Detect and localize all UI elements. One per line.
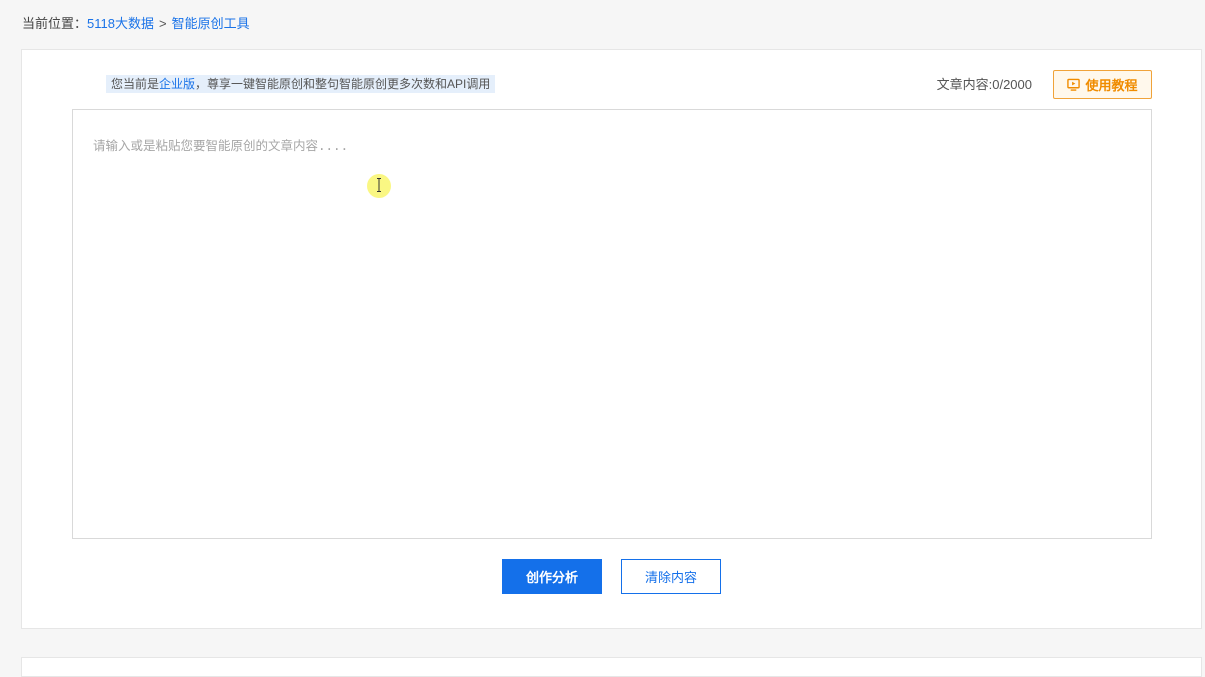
clear-button[interactable]: 清除内容 [621, 559, 721, 594]
char-counter: 文章内容:0/2000 [936, 77, 1032, 92]
play-screen-icon [1067, 78, 1081, 91]
tutorial-button[interactable]: 使用教程 [1053, 70, 1152, 99]
version-notice: 您当前是企业版，尊享一键智能原创和整句智能原创更多次数和API调用 [106, 75, 496, 93]
analyze-button[interactable]: 创作分析 [502, 559, 602, 594]
tutorial-label: 使用教程 [1085, 78, 1138, 93]
notice-text-after: ，尊享一键智能原创和整句智能原创更多次数和API调用 [195, 77, 491, 91]
article-input[interactable] [72, 109, 1152, 539]
breadcrumb-link-home[interactable]: 5118大数据 [87, 16, 154, 31]
secondary-card [21, 657, 1202, 677]
breadcrumb-prefix: 当前位置： [22, 16, 88, 31]
main-card: 您当前是企业版，尊享一键智能原创和整句智能原创更多次数和API调用 文章内容:0… [21, 49, 1202, 629]
breadcrumb: 当前位置：5118大数据 > 智能原创工具 [22, 15, 250, 33]
breadcrumb-separator: > [158, 16, 167, 31]
notice-edition: 企业版 [159, 77, 196, 91]
breadcrumb-link-current[interactable]: 智能原创工具 [172, 16, 250, 31]
notice-text-before: 您当前是 [111, 77, 160, 91]
text-cursor-icon [367, 174, 391, 198]
ibeam-cursor-icon [377, 178, 381, 192]
